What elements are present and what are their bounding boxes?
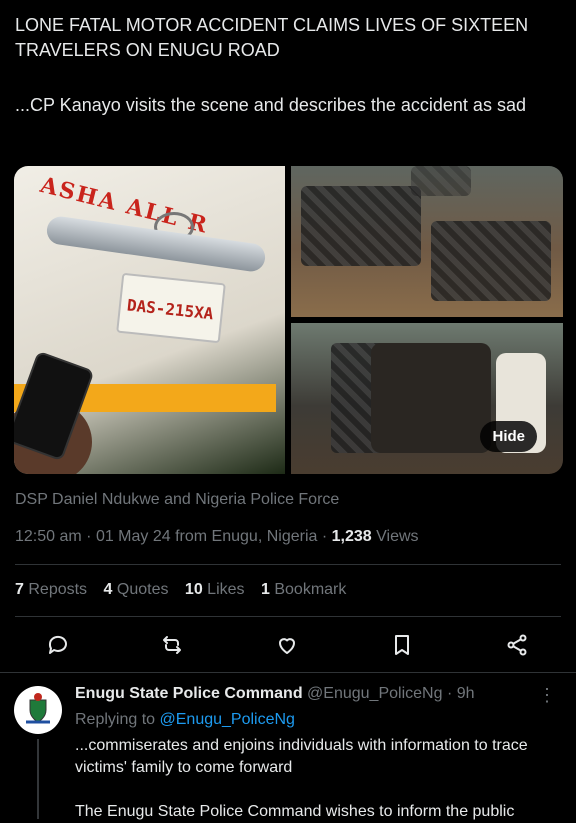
license-plate: DAS-215XA [116, 272, 226, 344]
burnt-vehicle [371, 343, 491, 453]
post-location: from Enugu, Nigeria [175, 528, 318, 545]
divider [15, 564, 561, 565]
reply-text-continued: The Enugu State Police Command wishes to… [75, 803, 515, 820]
more-icon[interactable]: ⋮ [538, 685, 556, 706]
replying-prefix: Replying to [75, 711, 156, 728]
scene-photo-top[interactable] [291, 166, 563, 317]
views-count: 1,238 [331, 528, 372, 545]
post-date[interactable]: 01 May 24 [96, 528, 171, 545]
replying-to: Replying to @Enugu_PoliceNg [75, 711, 295, 729]
quotes-count: 4 [103, 581, 113, 598]
photo-credit[interactable]: DSP Daniel Ndukwe and Nigeria Police For… [15, 491, 339, 509]
likes-stat[interactable]: 10 Likes [185, 581, 245, 598]
hide-button[interactable]: Hide [480, 421, 537, 452]
post-headline: LONE FATAL MOTOR ACCIDENT CLAIMS LIVES O… [15, 15, 529, 60]
pixelated-area [431, 221, 551, 301]
bookmarks-stat[interactable]: 1 Bookmark [261, 581, 346, 598]
reply-icon[interactable] [43, 630, 73, 660]
engagement-stats: 7 Reposts 4 Quotes 10 Likes 1 Bookmark [15, 581, 358, 599]
share-icon[interactable] [502, 630, 532, 660]
bus-photo[interactable]: ASHA ALL R DAS-215XA [14, 166, 285, 474]
pixelated-area [411, 166, 471, 196]
reply-author-handle[interactable]: @Enugu_PoliceNg [307, 685, 442, 702]
divider [15, 616, 561, 617]
post-meta: 12:50 am · 01 May 24 from Enugu, Nigeria… [15, 528, 419, 545]
quotes-stat[interactable]: 4 Quotes [104, 581, 169, 598]
pixelated-area [301, 186, 421, 266]
replying-handle-link[interactable]: @Enugu_PoliceNg [160, 711, 295, 728]
reply-age: · 9h [446, 685, 475, 702]
post-time[interactable]: 12:50 am [15, 528, 82, 545]
quotes-label: Quotes [116, 581, 169, 598]
bookmarks-count: 1 [260, 581, 270, 598]
like-icon[interactable] [272, 630, 302, 660]
reply-tweet[interactable]: Enugu State Police Command @Enugu_Police… [0, 672, 576, 820]
scene-photo-bottom[interactable]: Hide [291, 323, 563, 474]
reposts-stat[interactable]: 7 Reposts [15, 581, 87, 598]
plate-text: DAS-215XA [126, 295, 215, 324]
avatar[interactable] [14, 686, 62, 734]
reply-text: ...commiserates and enjoins individuals … [75, 737, 528, 776]
likes-count: 10 [184, 581, 203, 598]
reposts-label: Reposts [28, 581, 88, 598]
repost-icon[interactable] [157, 630, 187, 660]
reply-header: Enugu State Police Command @Enugu_Police… [75, 685, 475, 703]
action-bar [0, 630, 576, 660]
reposts-count: 7 [15, 581, 24, 598]
bookmark-icon[interactable] [387, 630, 417, 660]
reply-author-name[interactable]: Enugu State Police Command [75, 685, 303, 702]
bookmarks-label: Bookmark [274, 581, 347, 598]
media-grid: ASHA ALL R DAS-215XA Hide [14, 166, 563, 474]
thread-line [37, 739, 39, 819]
likes-label: Likes [207, 581, 245, 598]
post-subtext: ...CP Kanayo visits the scene and descri… [15, 95, 526, 115]
views-label: Views [376, 528, 419, 545]
